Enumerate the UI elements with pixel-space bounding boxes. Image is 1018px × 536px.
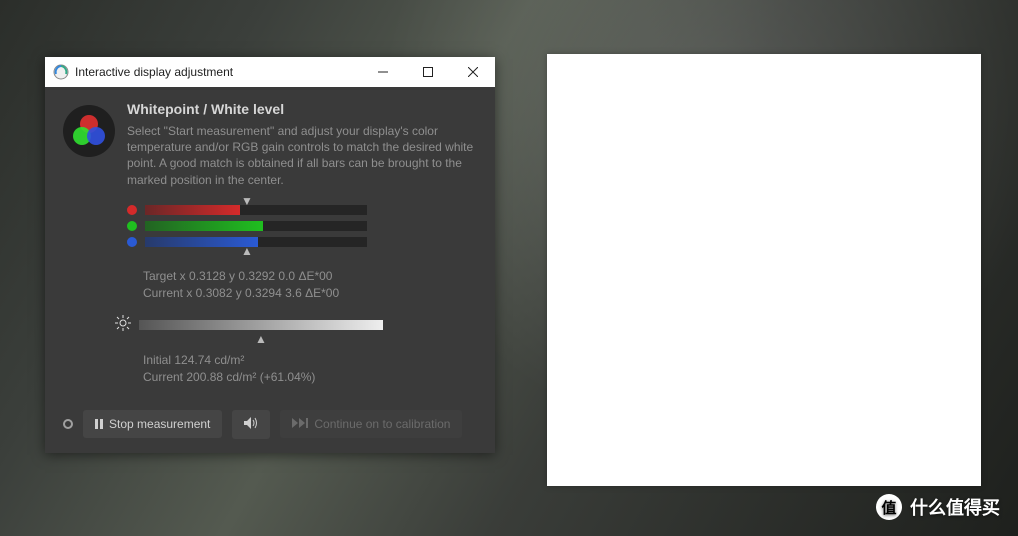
record-indicator-icon: [63, 419, 73, 429]
target-readout: Target x 0.3128 y 0.3292 0.0 ΔE*00: [143, 268, 477, 285]
continue-label: Continue on to calibration: [314, 417, 450, 431]
current-readout: Current x 0.3082 y 0.3294 3.6 ΔE*00: [143, 285, 477, 302]
measurement-patch-window: [547, 54, 981, 486]
brightness-current: Current 200.88 cd/m² (+61.04%): [143, 369, 477, 386]
red-bar-row: [127, 204, 367, 216]
watermark-badge: 值: [876, 494, 902, 520]
pause-icon: [95, 419, 103, 429]
blue-dot-icon: [127, 237, 137, 247]
panel-description: Select "Start measurement" and adjust yo…: [127, 123, 477, 188]
maximize-button[interactable]: [405, 57, 450, 87]
brightness-icon: [115, 315, 131, 334]
green-bar-row: [127, 220, 367, 232]
titlebar[interactable]: Interactive display adjustment: [45, 57, 495, 87]
stop-measurement-button[interactable]: Stop measurement: [83, 410, 222, 438]
forward-icon: [292, 417, 308, 431]
brightness-track: ▲: [139, 320, 383, 330]
brightness-initial: Initial 124.74 cd/m²: [143, 352, 477, 369]
sound-button[interactable]: [232, 410, 270, 439]
rgb-circles-icon: [63, 105, 115, 157]
minimize-button[interactable]: [360, 57, 405, 87]
color-readout: Target x 0.3128 y 0.3292 0.0 ΔE*00 Curre…: [143, 268, 477, 302]
continue-button[interactable]: Continue on to calibration: [280, 410, 462, 438]
app-icon: [53, 64, 69, 80]
desktop-background: Interactive display adjustment: [0, 0, 1018, 536]
speaker-icon: [244, 417, 258, 432]
brightness-row: ▲: [115, 315, 383, 334]
dialog-body: Whitepoint / White level Select "Start m…: [45, 87, 495, 453]
window-title: Interactive display adjustment: [75, 65, 360, 79]
stop-measurement-label: Stop measurement: [109, 417, 210, 431]
watermark-text: 什么值得买: [910, 494, 1000, 520]
target-marker-bottom-icon: ▲: [241, 244, 253, 258]
red-dot-icon: [127, 205, 137, 215]
app-window: Interactive display adjustment: [45, 57, 495, 453]
watermark: 值 什么值得买: [876, 494, 1000, 520]
brightness-readout: Initial 124.74 cd/m² Current 200.88 cd/m…: [143, 352, 477, 386]
panel-heading: Whitepoint / White level: [127, 101, 477, 117]
rgb-bars: ▼ ▲: [127, 204, 367, 248]
close-button[interactable]: [450, 57, 495, 87]
green-dot-icon: [127, 221, 137, 231]
brightness-target-marker-icon: ▲: [255, 332, 267, 346]
